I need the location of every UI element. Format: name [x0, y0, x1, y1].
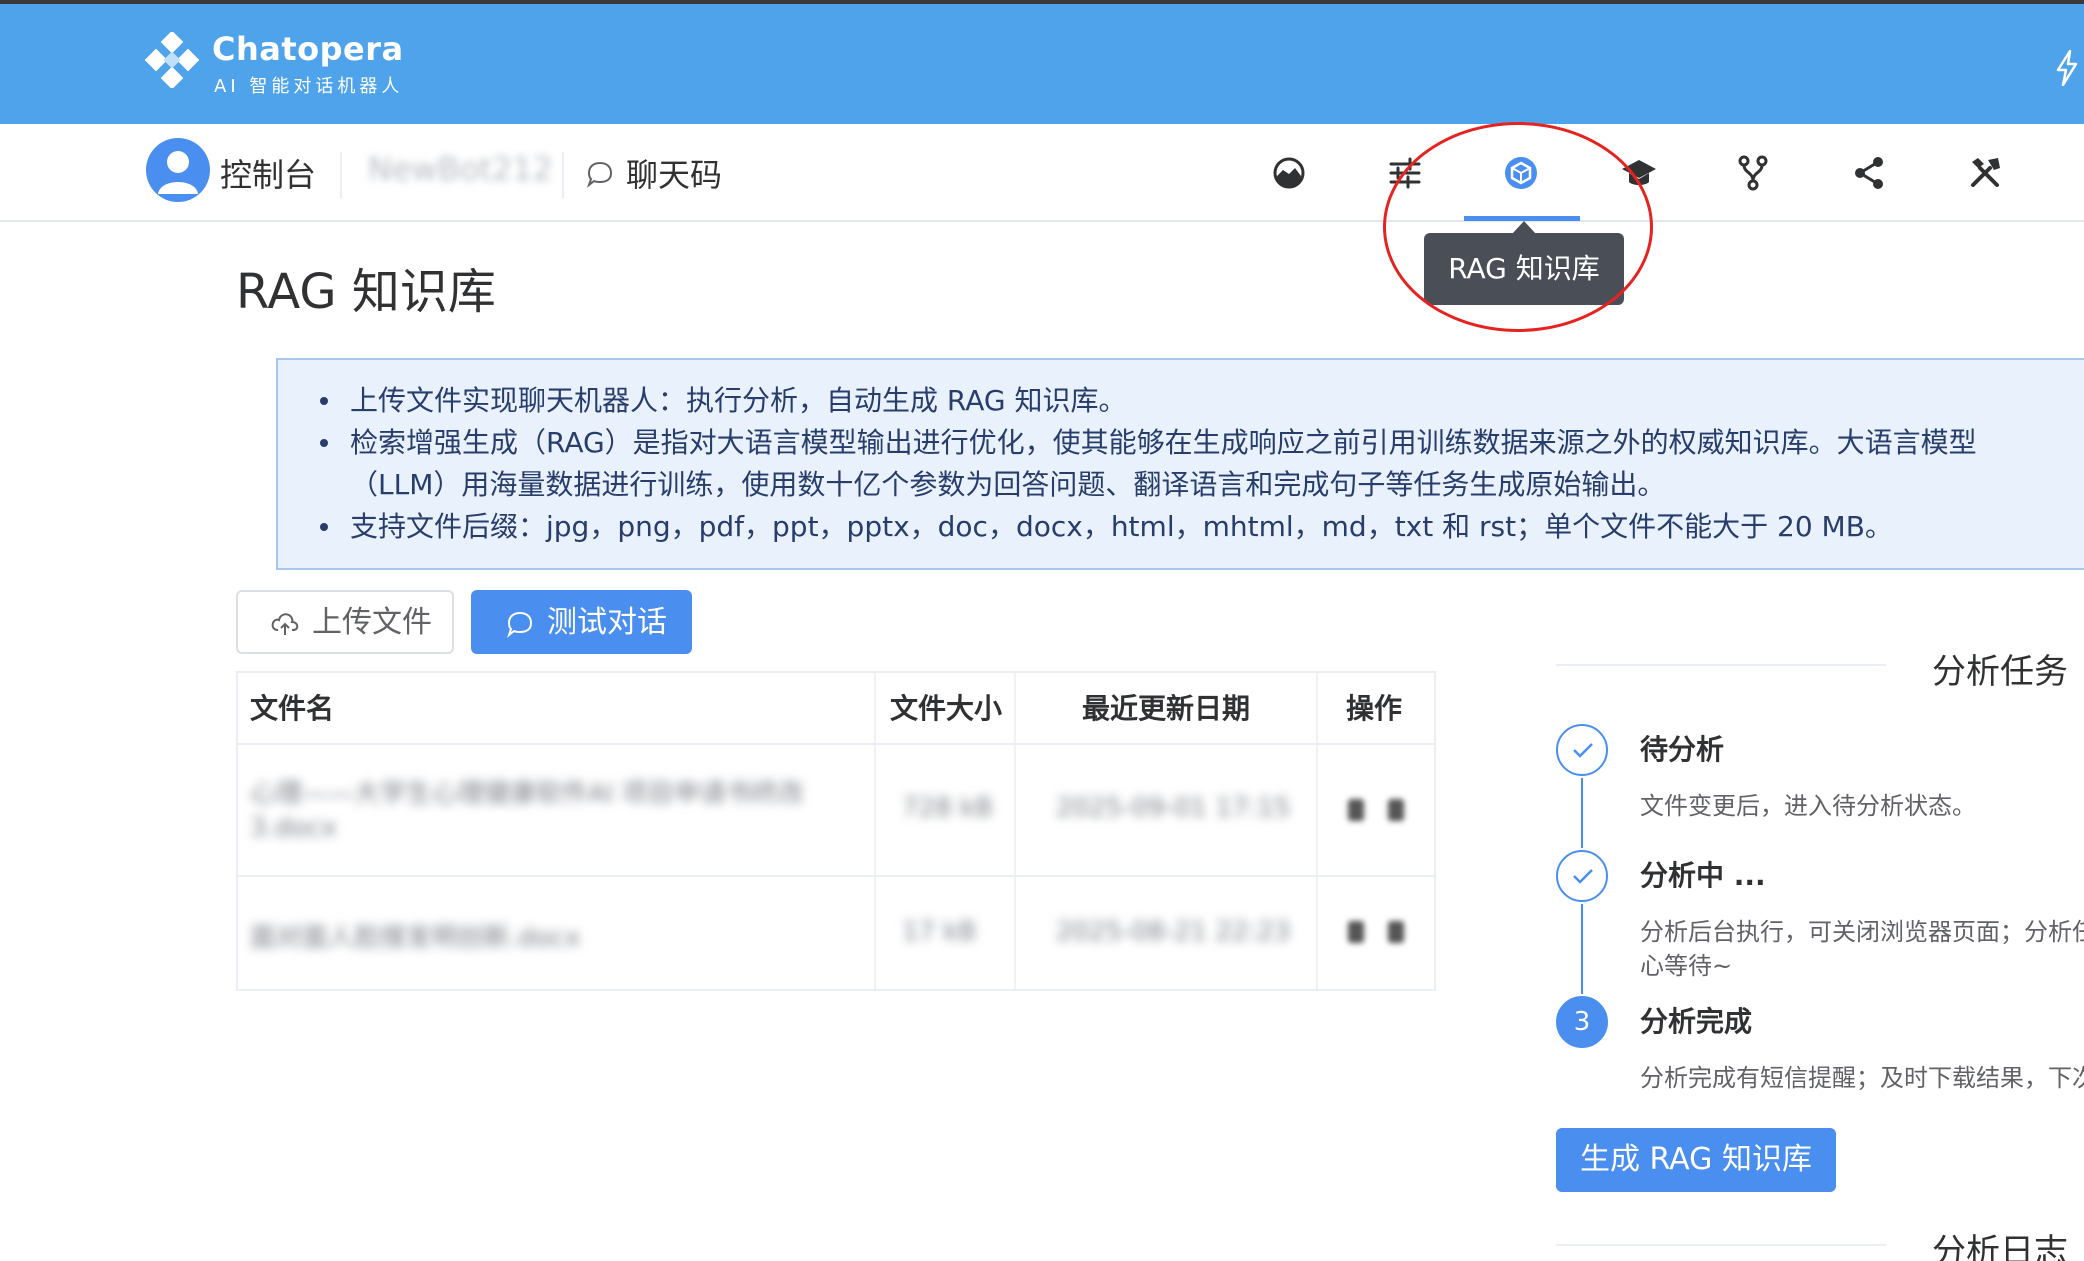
check-icon — [1573, 869, 1593, 884]
step-1-title: 待分析 — [1640, 733, 1725, 766]
file-size: 728 kB — [902, 793, 993, 823]
step-2-indicator — [1556, 850, 1608, 902]
step-3-desc: 分析完成有短信提醒；及时下载结果，下次 — [1640, 1064, 2084, 1092]
info-item: 支持文件后缀：jpg，png，pdf，ppt，pptx，doc，docx，htm… — [320, 506, 2070, 548]
delete-icon[interactable] — [1348, 799, 1364, 821]
page-title: RAG 知识库 — [236, 264, 496, 320]
cloud-upload-icon — [271, 613, 299, 635]
analysis-panel: 分析任务 待分析 文件变更后，进入待分析状态。 分析中 ... 分析后台执行，可… — [1556, 640, 2084, 1261]
step-3-indicator: 3 — [1556, 996, 1608, 1048]
step-3-title: 分析完成 — [1640, 1005, 1753, 1038]
info-alert: 上传文件实现聊天机器人：执行分析，自动生成 RAG 知识库。 检索增强生成（RA… — [276, 358, 2084, 570]
console-link[interactable]: 控制台 — [220, 150, 316, 196]
nav-divider — [562, 152, 564, 198]
step-2-title: 分析中 ... — [1640, 859, 1766, 892]
chat-code-link[interactable]: 聊天码 — [626, 150, 722, 196]
step-2-desc-cont: 心等待~ — [1640, 952, 1733, 980]
analysis-log-title: 分析日志 — [1932, 1232, 2068, 1261]
column-header-date[interactable]: 最近更新日期 — [1082, 687, 1250, 727]
user-icon — [158, 151, 198, 194]
lightning-icon[interactable] — [2054, 50, 2080, 86]
file-date: 2025-09-01 17:15 — [1056, 793, 1291, 823]
file-size: 17 kB — [902, 917, 977, 947]
chat-bubble-icon — [586, 161, 613, 188]
info-item: 上传文件实现聊天机器人：执行分析，自动生成 RAG 知识库。 — [320, 380, 2070, 422]
annotation-circle — [1383, 122, 1653, 332]
file-table: 文件名 文件大小 最近更新日期 操作 心理——大学生心理健康软件AI 项目申请书… — [236, 671, 1436, 991]
tools-icon[interactable] — [1966, 154, 2004, 192]
row-divider — [238, 743, 1434, 745]
test-chat-button[interactable]: 测试对话 — [471, 590, 692, 654]
brand-subtitle: AI 智能对话机器人 — [214, 76, 404, 97]
step-connector — [1581, 778, 1583, 848]
dashboard-icon[interactable] — [1270, 154, 1308, 192]
app-header: Chatopera AI 智能对话机器人 — [0, 0, 2084, 124]
column-divider — [874, 673, 876, 989]
brand-name: Chatopera — [212, 30, 404, 68]
column-header-filename[interactable]: 文件名 — [250, 687, 334, 727]
bot-name[interactable]: NewBot212 — [368, 150, 553, 188]
file-name[interactable]: 心理——大学生心理健康软件AI 项目申请书终改 — [250, 773, 804, 810]
file-name[interactable]: 面对面人脸搜发明创新.docx — [250, 917, 580, 954]
step-connector — [1581, 904, 1583, 994]
divider — [1556, 664, 1886, 666]
column-header-size[interactable]: 文件大小 — [890, 687, 1002, 727]
check-icon — [1573, 743, 1593, 758]
branch-icon[interactable] — [1734, 154, 1772, 192]
step-2-desc: 分析后台执行，可关闭浏览器页面；分析任 — [1640, 918, 2084, 946]
row-divider — [238, 875, 1434, 877]
bot-navbar: 控制台 NewBot212 聊天码 — [0, 124, 2084, 222]
column-divider — [1014, 673, 1016, 989]
file-name-cont: 3.docx — [250, 813, 337, 843]
nav-divider — [340, 152, 342, 198]
chatopera-logo-icon[interactable] — [144, 32, 200, 88]
download-icon[interactable] — [1388, 799, 1404, 821]
step-1-desc: 文件变更后，进入待分析状态。 — [1640, 792, 1976, 820]
analysis-task-title: 分析任务 — [1932, 652, 2068, 692]
column-header-actions: 操作 — [1346, 692, 1403, 725]
avatar[interactable] — [146, 138, 210, 202]
chat-bubble-icon — [506, 611, 533, 638]
info-item: 检索增强生成（RAG）是指对大语言模型输出进行优化，使其能够在生成响应之前引用训… — [320, 422, 2070, 506]
info-list: 上传文件实现聊天机器人：执行分析，自动生成 RAG 知识库。 检索增强生成（RA… — [320, 380, 2070, 548]
download-icon[interactable] — [1388, 921, 1404, 943]
step-1-indicator — [1556, 724, 1608, 776]
generate-rag-button[interactable]: 生成 RAG 知识库 — [1556, 1128, 1836, 1192]
file-date: 2025-08-21 22:23 — [1056, 917, 1291, 947]
share-icon[interactable] — [1850, 154, 1888, 192]
delete-icon[interactable] — [1348, 921, 1364, 943]
column-divider — [1316, 673, 1318, 989]
divider — [1556, 1244, 1886, 1246]
upload-file-button[interactable]: 上传文件 — [236, 590, 454, 654]
